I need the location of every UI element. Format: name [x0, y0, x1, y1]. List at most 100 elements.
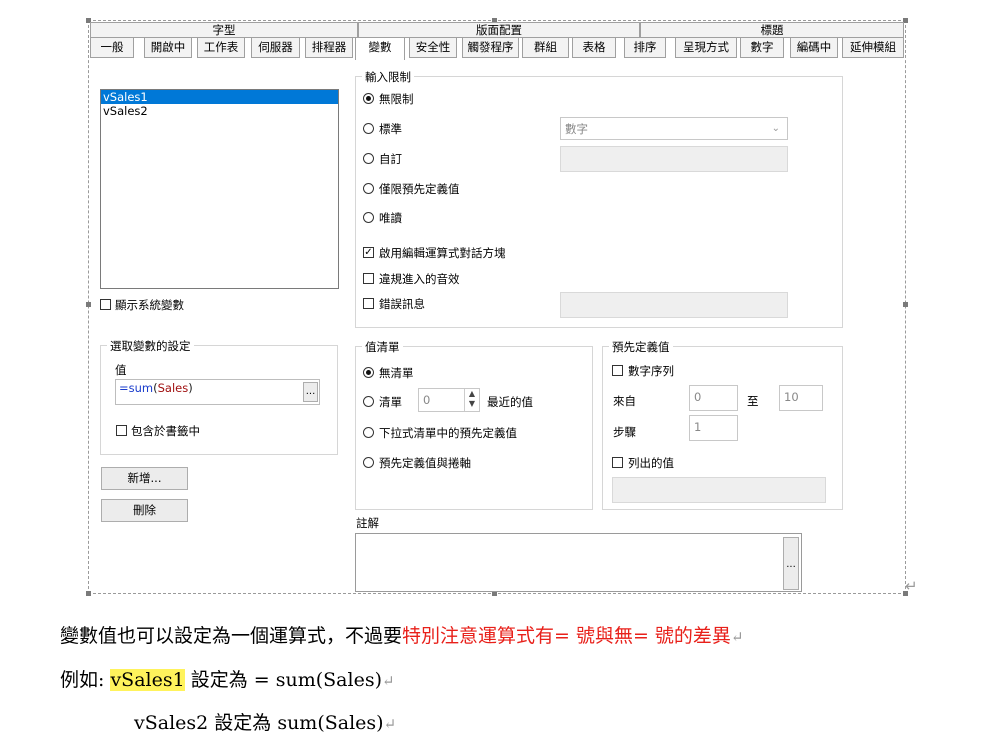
- input-constraint-legend: 輸入限制: [362, 69, 414, 85]
- expr-fn: sum: [128, 381, 154, 395]
- custom-field[interactable]: [560, 146, 788, 172]
- standard-select-value: 數字: [565, 122, 588, 136]
- expr-arg: Sales: [157, 381, 189, 395]
- listed-values-checkbox[interactable]: [612, 457, 623, 468]
- radio-standard[interactable]: [363, 123, 374, 134]
- expr-eq: =: [119, 381, 129, 395]
- to-field[interactable]: 10: [779, 385, 823, 411]
- return-mark: ↵: [730, 628, 744, 646]
- error-message-checkbox[interactable]: [363, 298, 374, 309]
- no-list-label: 無清單: [379, 366, 414, 380]
- expr-paren: ): [188, 381, 193, 395]
- list-label: 清單: [379, 395, 402, 409]
- resize-handle[interactable]: [86, 302, 91, 307]
- list-count-value: 0: [423, 393, 431, 407]
- from-field[interactable]: 0: [689, 385, 738, 411]
- tab-general[interactable]: 一般: [90, 38, 134, 58]
- resize-handle[interactable]: [903, 302, 908, 307]
- tab-variables[interactable]: 變數: [355, 38, 405, 60]
- illegal-sound-label: 違規進入的音效: [379, 272, 460, 286]
- custom-label: 自訂: [379, 152, 402, 166]
- from-label: 來自: [613, 394, 636, 408]
- group-tab-caption[interactable]: 標題: [640, 22, 904, 38]
- radio-predef-and-scroll[interactable]: [363, 457, 374, 468]
- delete-button[interactable]: 刪除: [101, 499, 188, 522]
- radio-readonly[interactable]: [363, 212, 374, 223]
- illegal-sound-checkbox[interactable]: [363, 273, 374, 284]
- add-button[interactable]: 新增...: [101, 467, 188, 490]
- radio-list[interactable]: [363, 396, 374, 407]
- radio-no-list[interactable]: [363, 367, 374, 378]
- comment-label: 註解: [356, 516, 379, 530]
- listed-values-field[interactable]: [612, 477, 826, 503]
- enable-expr-dialog-label: 啟用編輯運算式對話方塊: [379, 246, 506, 260]
- show-system-vars-checkbox[interactable]: [100, 299, 111, 310]
- comment-field[interactable]: [355, 533, 802, 592]
- stepper-arrows-icon[interactable]: ▲ ▼: [464, 389, 479, 411]
- listed-values-label: 列出的值: [628, 456, 674, 470]
- return-mark: ↵: [382, 672, 395, 690]
- comment-browse-button[interactable]: ...: [783, 537, 799, 590]
- body-line-3: vSales2 設定為 sum(Sales)↵: [134, 708, 396, 735]
- chevron-down-icon: ⌄: [771, 123, 780, 134]
- value-label: 值: [115, 363, 127, 377]
- radio-dropdown-predef[interactable]: [363, 427, 374, 438]
- variable-list[interactable]: vSales1 vSales2: [100, 89, 339, 289]
- tab-encoding[interactable]: 編碼中: [790, 38, 838, 58]
- resize-handle[interactable]: [86, 591, 91, 596]
- recent-values-label: 最近的值: [487, 395, 533, 409]
- enable-expr-dialog-checkbox[interactable]: ✓: [363, 247, 374, 258]
- tab-sheet[interactable]: 工作表: [197, 38, 245, 58]
- tab-number[interactable]: 數字: [740, 38, 784, 58]
- error-message-field[interactable]: [560, 292, 788, 318]
- tab-presentation[interactable]: 呈現方式: [675, 38, 737, 58]
- predefined-only-label: 僅限預先定義值: [379, 182, 460, 196]
- standard-label: 標準: [379, 122, 402, 136]
- return-mark: ↵: [383, 715, 397, 733]
- list-item[interactable]: vSales2: [101, 104, 338, 118]
- tab-sort[interactable]: 排序: [624, 38, 666, 58]
- body-line-2: 例如: vSales1 設定為 = sum(Sales)↵: [60, 665, 395, 692]
- tab-triggers[interactable]: 觸發程序: [462, 38, 519, 58]
- radio-custom[interactable]: [363, 153, 374, 164]
- body-line-1: 變數值也可以設定為一個運算式，不過要特別注意運算式有= 號與無= 號的差異↵: [60, 621, 744, 648]
- tab-tables[interactable]: 表格: [572, 38, 616, 58]
- body-line-2-highlight: vSales1: [110, 669, 185, 691]
- step-field[interactable]: 1: [689, 415, 738, 441]
- selected-settings-legend: 選取變數的設定: [107, 338, 194, 354]
- tab-security[interactable]: 安全性: [409, 38, 457, 58]
- dropdown-predef-label: 下拉式清單中的預先定義值: [379, 426, 517, 440]
- tab-server[interactable]: 伺服器: [251, 38, 300, 58]
- expression-browse-button[interactable]: ...: [303, 382, 318, 402]
- group-tab-layout[interactable]: 版面配置: [358, 22, 640, 38]
- tab-opening[interactable]: 開啟中: [144, 38, 192, 58]
- list-count-stepper[interactable]: 0 ▲ ▼: [418, 388, 480, 412]
- group-tab-font[interactable]: 字型: [90, 22, 358, 38]
- no-limit-label: 無限制: [379, 92, 414, 106]
- numeric-series-label: 數字序列: [628, 364, 674, 378]
- body-line-2-rest: 設定為 = sum(Sales): [184, 669, 382, 691]
- radio-predefined-only[interactable]: [363, 183, 374, 194]
- standard-select[interactable]: 數字 ⌄: [560, 117, 788, 140]
- body-line-2-prefix: 例如:: [60, 669, 111, 691]
- input-constraint-group: 輸入限制: [355, 69, 843, 328]
- body-line-3-text: vSales2 設定為 sum(Sales): [134, 712, 384, 734]
- tab-groups[interactable]: 群組: [522, 38, 569, 58]
- include-bookmark-checkbox[interactable]: [116, 425, 127, 436]
- tab-scheduler[interactable]: 排程器: [305, 38, 353, 58]
- predef-and-scroll-label: 預先定義值與捲軸: [379, 456, 471, 470]
- to-label: 至: [747, 394, 759, 408]
- expression-field[interactable]: =sum(Sales): [115, 379, 320, 405]
- list-item[interactable]: vSales1: [101, 90, 338, 104]
- include-bookmark-label: 包含於書籤中: [131, 424, 200, 438]
- numeric-series-checkbox[interactable]: [612, 365, 623, 376]
- body-line-1-red: 特別注意運算式有= 號與無= 號的差異: [402, 625, 731, 647]
- radio-no-limit[interactable]: [363, 93, 374, 104]
- error-message-label: 錯誤訊息: [379, 297, 425, 311]
- predefined-values-legend: 預先定義值: [609, 339, 673, 355]
- show-system-vars-label: 顯示系統變數: [115, 298, 184, 312]
- value-list-legend: 值清單: [362, 339, 403, 355]
- readonly-label: 唯讀: [379, 211, 402, 225]
- tab-extensions[interactable]: 延伸模組: [842, 38, 904, 58]
- body-line-1-text: 變數值也可以設定為一個運算式，不過要: [60, 625, 403, 647]
